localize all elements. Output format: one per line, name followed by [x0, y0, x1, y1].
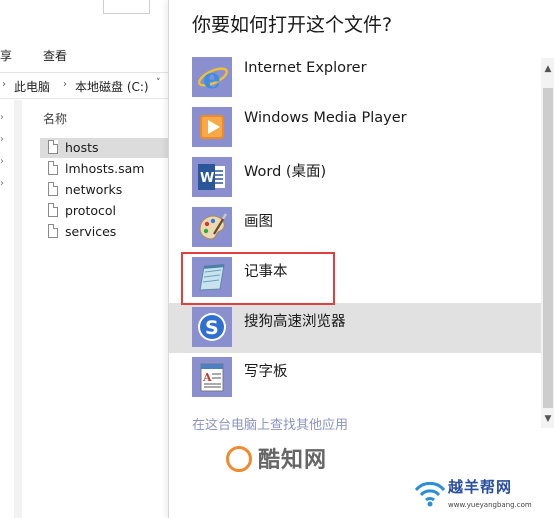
watermark-text: 越羊帮网: [448, 478, 513, 496]
ribbon-tab-view[interactable]: 查看: [43, 47, 67, 64]
windows-media-player-icon: [192, 107, 232, 147]
address-dropdown-icon[interactable]: ˅: [156, 78, 168, 88]
app-label: Internet Explorer: [244, 60, 367, 76]
watermark-url: www.yueyangbang.com: [448, 501, 532, 509]
svg-text:e: e: [203, 62, 221, 95]
watermark-logo-icon: [226, 446, 252, 472]
app-label: Word (桌面): [244, 164, 327, 180]
svg-text:A: A: [202, 371, 212, 384]
internet-explorer-icon: e: [192, 57, 232, 97]
scroll-down-icon[interactable]: ▼: [541, 414, 554, 424]
annotation-highlight-box: [181, 252, 335, 305]
breadcrumb-this-pc[interactable]: 此电脑: [14, 78, 50, 95]
window-control[interactable]: [103, 0, 150, 14]
scroll-up-icon[interactable]: ▲: [541, 64, 554, 74]
navigation-pane: › › › ›: [0, 100, 15, 518]
file-row-services[interactable]: services: [40, 222, 168, 242]
app-item-wordpad[interactable]: A 写字板: [169, 353, 541, 403]
app-item-paint[interactable]: 画图: [169, 203, 541, 253]
paint-icon: [192, 207, 232, 247]
dialog-scrollbar[interactable]: ▲ ▼: [541, 58, 554, 428]
sogou-browser-icon: S: [192, 307, 232, 347]
file-icon: [48, 182, 58, 196]
file-icon: [48, 224, 58, 238]
watermark-wifi-icon: [414, 481, 446, 507]
expand-chevron-icon[interactable]: ›: [0, 178, 4, 189]
word-icon: W: [192, 157, 232, 197]
expand-chevron-icon[interactable]: ›: [0, 156, 4, 167]
ribbon-tab-share[interactable]: 享: [0, 47, 12, 64]
file-name: services: [65, 224, 117, 239]
file-row-networks[interactable]: networks: [40, 180, 168, 200]
dialog-title: 你要如何打开这个文件?: [192, 14, 393, 36]
file-name: hosts: [65, 140, 99, 155]
app-item-word[interactable]: W Word (桌面): [169, 153, 541, 203]
wordpad-icon: A: [192, 357, 232, 397]
app-item-sogou-browser[interactable]: S 搜狗高速浏览器: [169, 303, 541, 353]
file-row-protocol[interactable]: protocol: [40, 201, 168, 221]
file-name: networks: [65, 182, 123, 197]
file-row-hosts[interactable]: hosts: [40, 138, 168, 158]
watermark-text: 酷知网: [258, 448, 328, 473]
app-item-windows-media-player[interactable]: Windows Media Player: [169, 103, 541, 153]
watermark-yueyangbang: 越羊帮网 www.yueyangbang.com: [412, 470, 552, 518]
explorer-titlebar: [0, 0, 168, 15]
ribbon: 享 查看: [0, 14, 168, 73]
expand-chevron-icon[interactable]: ›: [0, 112, 4, 123]
file-row-lmhosts[interactable]: lmhosts.sam: [40, 159, 168, 179]
app-label: 搜狗高速浏览器: [244, 314, 346, 330]
expand-chevron-icon[interactable]: ›: [0, 134, 4, 145]
file-explorer-window: 享 查看 › 此电脑 › 本地磁盘 (C:) ˅ › › › › 名称 host…: [0, 0, 168, 518]
scrollbar-thumb[interactable]: [543, 88, 553, 408]
more-apps-link[interactable]: 在这台电脑上查找其他应用: [192, 414, 348, 433]
column-header-name[interactable]: 名称: [43, 110, 67, 127]
file-icon: [48, 140, 58, 154]
navigation-scrollbar[interactable]: [14, 100, 22, 518]
breadcrumb-chevron-icon: ›: [2, 79, 6, 90]
address-bar[interactable]: › 此电脑 › 本地磁盘 (C:) ˅: [0, 74, 168, 99]
file-icon: [48, 203, 58, 217]
watermark-kuzhi: 酷知网: [226, 440, 376, 480]
file-name: protocol: [65, 203, 116, 218]
breadcrumb-chevron-icon: ›: [63, 79, 67, 90]
app-item-internet-explorer[interactable]: e Internet Explorer: [169, 53, 541, 103]
file-name: lmhosts.sam: [65, 161, 145, 176]
app-label: 画图: [244, 214, 273, 230]
svg-text:S: S: [205, 317, 219, 339]
app-label: 写字板: [244, 364, 288, 380]
svg-text:W: W: [200, 171, 214, 186]
breadcrumb-local-disk[interactable]: 本地磁盘 (C:): [75, 78, 149, 95]
app-label: Windows Media Player: [244, 110, 407, 126]
file-icon: [48, 161, 58, 175]
